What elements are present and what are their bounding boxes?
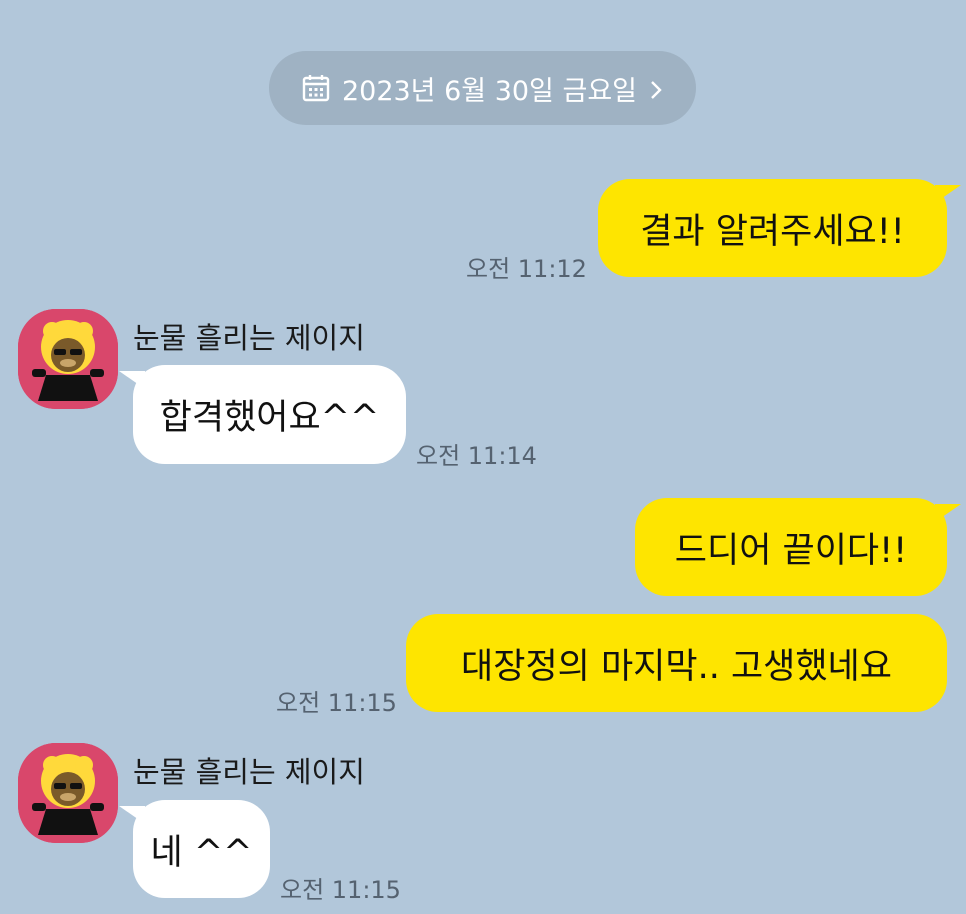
their-message-bubble[interactable]: 합격했어요^^ <box>119 365 406 464</box>
calendar-icon <box>302 74 330 102</box>
bubble-tail <box>935 504 961 522</box>
bubble-tail <box>935 185 961 203</box>
sender-name: 눈물 흘리는 제이지 <box>133 755 365 789</box>
sender-name: 눈물 흘리는 제이지 <box>133 321 365 355</box>
message-time: 오전 11:12 <box>466 255 587 283</box>
bubble-tail <box>119 371 145 389</box>
their-message-bubble[interactable]: 네 ^^ <box>119 800 270 898</box>
message-text: 대장정의 마지막.. 고생했네요 <box>461 646 892 687</box>
sender-avatar[interactable] <box>18 309 118 409</box>
date-label: 2023년 6월 30일 금요일 <box>341 75 638 107</box>
message-text: 결과 알려주세요!! <box>640 211 905 252</box>
chevron-right-icon <box>649 77 663 99</box>
sender-avatar[interactable] <box>18 743 118 843</box>
my-message-bubble[interactable]: 드디어 끝이다!! <box>635 498 961 596</box>
bubble-tail <box>119 806 145 824</box>
message-text: 네 ^^ <box>150 832 253 873</box>
date-divider[interactable]: 2023년 6월 30일 금요일 <box>269 51 696 125</box>
message-time: 오전 11:15 <box>280 876 401 904</box>
message-time: 오전 11:14 <box>416 442 537 470</box>
my-message-bubble[interactable]: 대장정의 마지막.. 고생했네요 <box>406 614 947 712</box>
message-text: 드디어 끝이다!! <box>674 530 908 571</box>
message-time: 오전 11:15 <box>276 689 397 717</box>
message-text: 합격했어요^^ <box>159 398 380 438</box>
my-message-bubble[interactable]: 결과 알려주세요!! <box>598 179 961 277</box>
